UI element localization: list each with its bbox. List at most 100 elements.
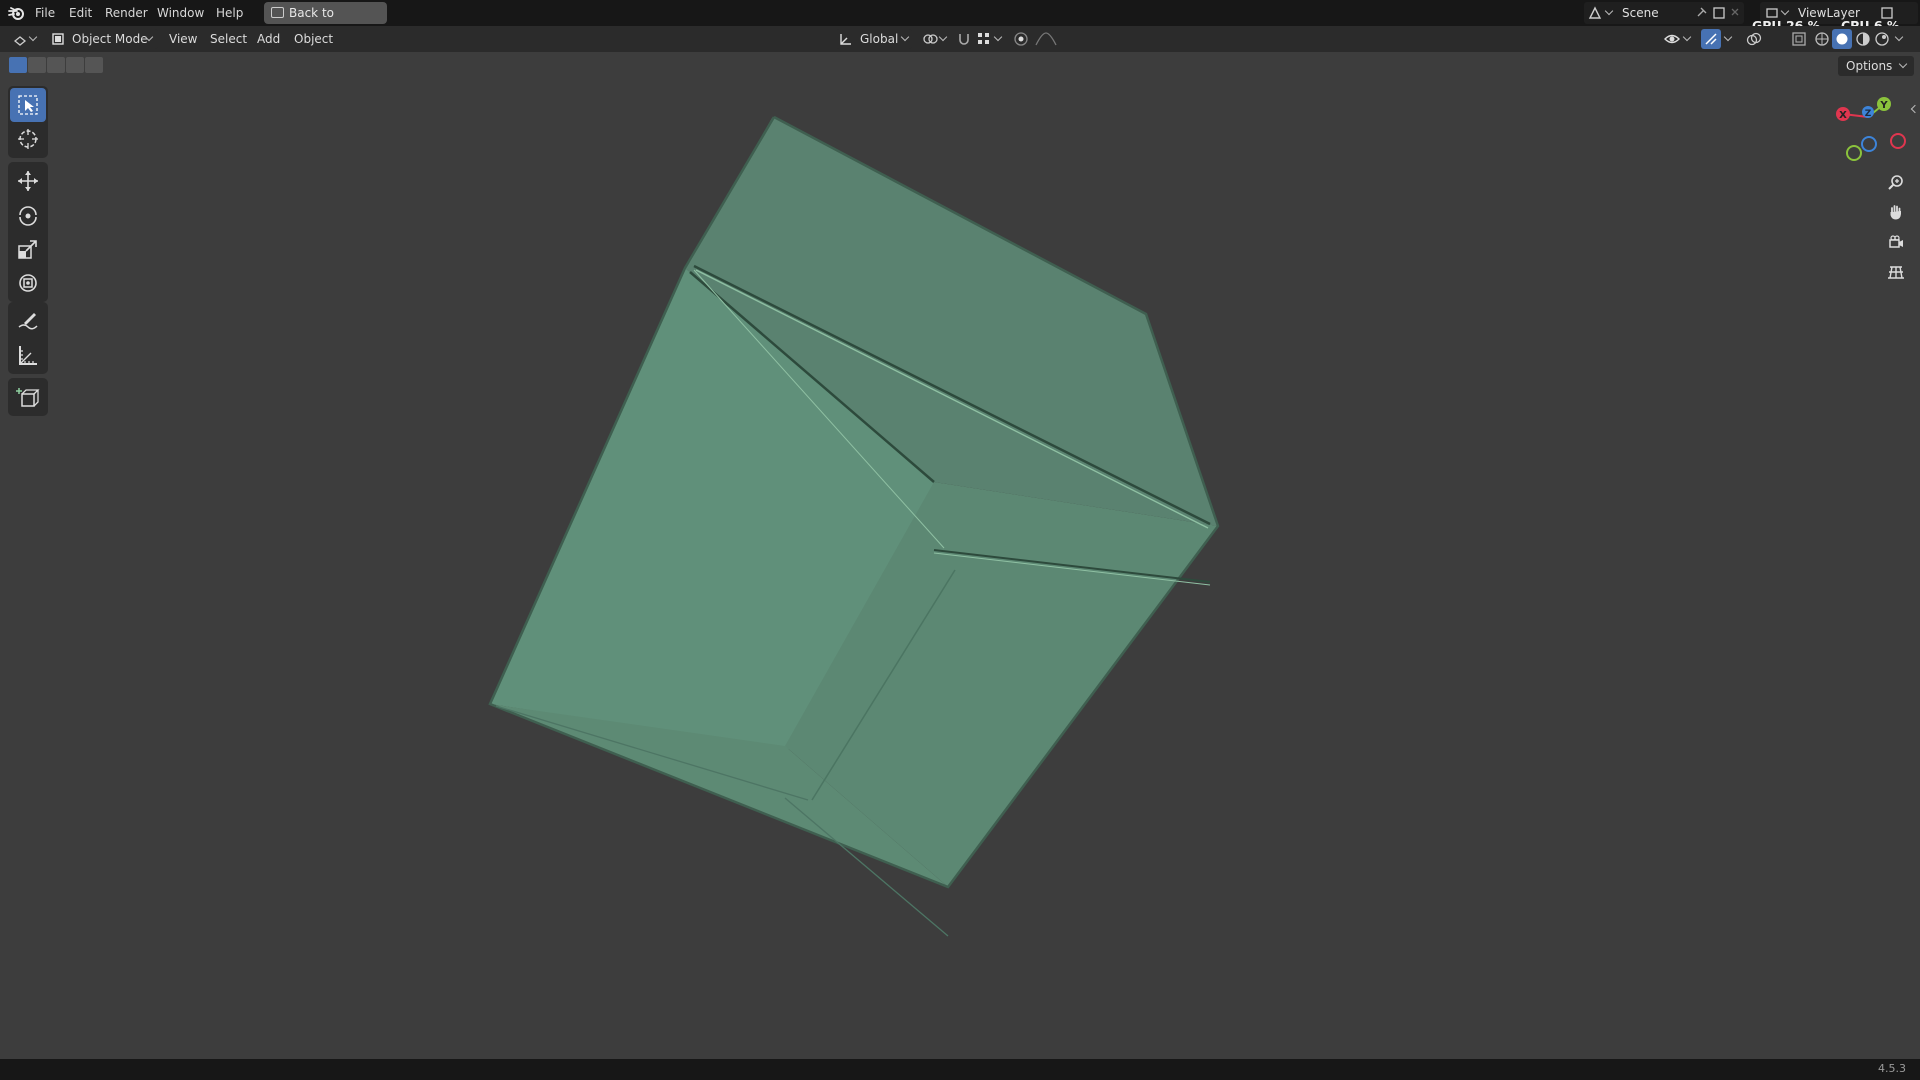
transform-orientation-selector[interactable]: Global — [836, 29, 912, 49]
solid-shading-icon — [1836, 33, 1848, 45]
chevron-down-icon[interactable] — [1723, 32, 1733, 42]
zoom-button[interactable] — [1881, 168, 1911, 196]
new-scene-icon[interactable] — [1712, 6, 1726, 20]
wireframe-shading-icon[interactable] — [1814, 31, 1830, 47]
tool-group-transform — [8, 162, 48, 302]
rotate-icon — [19, 206, 37, 226]
tool-group-add — [8, 378, 48, 416]
orientation-icon — [840, 34, 851, 45]
tool-group-annotate — [8, 302, 48, 374]
measure-icon — [19, 346, 37, 365]
axis-neg-y-icon[interactable] — [1846, 145, 1862, 161]
mode-label: Object Mode — [72, 32, 148, 46]
rendered-shading-icon[interactable] — [1874, 31, 1890, 47]
options-dropdown[interactable]: Options — [1838, 56, 1914, 76]
annotate-tool[interactable] — [10, 304, 46, 338]
pivot-point-icon[interactable] — [922, 32, 938, 46]
material-preview-icon[interactable] — [1855, 31, 1871, 47]
select-mode-subtract[interactable] — [47, 57, 65, 73]
scale-tool[interactable] — [10, 232, 46, 266]
version-label: 4.5.3 — [1878, 1062, 1906, 1075]
transform-icon — [19, 274, 37, 292]
navigation-gizmo[interactable]: X Y Z — [1820, 92, 1920, 164]
axis-y-label: Y — [1879, 100, 1888, 111]
menu-add[interactable]: Add — [257, 30, 280, 48]
axis-z-label: Z — [1865, 109, 1872, 119]
menu-object[interactable]: Object — [294, 30, 333, 48]
scene-selector[interactable]: Scene — [1584, 2, 1744, 24]
transform-tool[interactable] — [10, 266, 46, 300]
menu-select[interactable]: Select — [210, 30, 247, 48]
object-mode-icon — [52, 33, 64, 45]
menu-file[interactable]: File — [35, 4, 55, 22]
proportional-falloff-icon[interactable] — [1034, 31, 1058, 47]
scene-name: Scene — [1622, 6, 1659, 20]
camera-view-button[interactable] — [1881, 228, 1911, 256]
select-mode-invert[interactable] — [66, 57, 84, 73]
back-screen-icon — [271, 7, 284, 18]
annotate-icon — [18, 313, 38, 330]
chevron-down-icon[interactable] — [1894, 32, 1904, 42]
snap-icon[interactable] — [956, 31, 972, 47]
camera-icon — [1889, 235, 1903, 248]
rotate-tool[interactable] — [10, 198, 46, 232]
close-icon[interactable] — [1730, 7, 1740, 17]
top-bar: File Edit Render Window Help Back to Pre… — [0, 0, 1920, 42]
select-box-tool[interactable] — [10, 88, 46, 122]
status-bar: 4.5.3 — [0, 1059, 1920, 1080]
cube-mesh[interactable] — [0, 52, 1920, 1059]
proportional-editing-icon[interactable] — [1013, 31, 1029, 47]
snap-increment-icon[interactable] — [977, 32, 991, 46]
menu-help[interactable]: Help — [216, 4, 243, 22]
cursor-tool[interactable] — [10, 122, 46, 156]
chevron-down-icon — [900, 32, 910, 42]
scale-icon — [18, 240, 37, 259]
perspective-toggle-button[interactable] — [1881, 258, 1911, 286]
menu-render[interactable]: Render — [105, 4, 148, 22]
chevron-down-icon — [1780, 6, 1790, 16]
scene-icon — [1588, 6, 1602, 19]
hand-icon — [1890, 205, 1901, 220]
move-icon — [18, 171, 38, 191]
3d-viewport[interactable] — [0, 52, 1920, 1059]
xray-icon[interactable] — [1791, 31, 1807, 47]
tool-group-select — [8, 86, 48, 158]
select-mode-new[interactable] — [9, 57, 27, 73]
select-mode-intersect[interactable] — [85, 57, 103, 73]
axis-neg-z-icon[interactable] — [1861, 136, 1877, 152]
chevron-down-icon — [28, 32, 38, 42]
orientation-label: Global — [860, 32, 899, 46]
gizmo-icon — [1705, 33, 1717, 45]
viewport-header: Object Mode View Select Add Object Globa… — [0, 26, 1920, 52]
mode-selector[interactable]: Object Mode — [48, 29, 158, 49]
select-box-icon — [18, 95, 38, 115]
menu-view[interactable]: View — [169, 30, 197, 48]
chevron-down-icon[interactable] — [993, 32, 1003, 42]
menu-edit[interactable]: Edit — [69, 4, 92, 22]
visibility-icon[interactable] — [1664, 31, 1680, 47]
menu-window[interactable]: Window — [157, 4, 204, 22]
solid-shading-button[interactable] — [1832, 29, 1852, 49]
measure-tool[interactable] — [10, 338, 46, 372]
add-cube-icon — [16, 388, 40, 407]
zoom-icon — [1888, 175, 1903, 190]
move-tool[interactable] — [10, 164, 46, 198]
gizmo-toggle-button[interactable] — [1701, 29, 1721, 49]
axis-neg-x-icon[interactable] — [1890, 133, 1906, 149]
editor-type-selector[interactable] — [10, 29, 42, 49]
grid-icon — [1888, 266, 1904, 279]
axis-x-label: X — [1839, 110, 1847, 121]
chevron-down-icon[interactable] — [938, 32, 948, 42]
add-cube-tool[interactable] — [10, 380, 46, 414]
pan-button[interactable] — [1881, 198, 1911, 226]
chevron-down-icon[interactable] — [1682, 32, 1692, 42]
options-label: Options — [1846, 59, 1893, 73]
blender-logo-icon[interactable] — [8, 5, 25, 21]
viewport-editor-icon — [13, 36, 27, 46]
select-mode-extend[interactable] — [28, 57, 46, 73]
chevron-down-icon — [1898, 59, 1908, 69]
pin-icon[interactable] — [1694, 6, 1708, 20]
overlays-icon[interactable] — [1746, 31, 1762, 47]
back-to-previous-button[interactable]: Back to Previous — [264, 2, 387, 42]
cursor-icon — [18, 129, 38, 149]
